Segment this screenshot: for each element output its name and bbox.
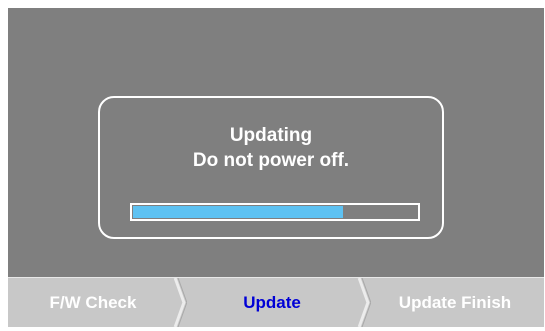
update-progress-bar <box>130 203 420 221</box>
step-indicator-bar: F/W Check Update Update Finish <box>8 277 544 327</box>
step-fw-check: F/W Check <box>49 292 137 312</box>
firmware-update-screen: Updating Do not power off. F/W Check Upd… <box>8 8 544 327</box>
status-title: Updating <box>229 125 313 146</box>
step-update: Update <box>243 292 301 312</box>
update-progress-fill <box>133 206 343 218</box>
status-warning: Do not power off. <box>192 150 350 171</box>
step-update-finish: Update Finish <box>398 292 512 312</box>
update-status-dialog: Updating Do not power off. <box>98 96 444 239</box>
